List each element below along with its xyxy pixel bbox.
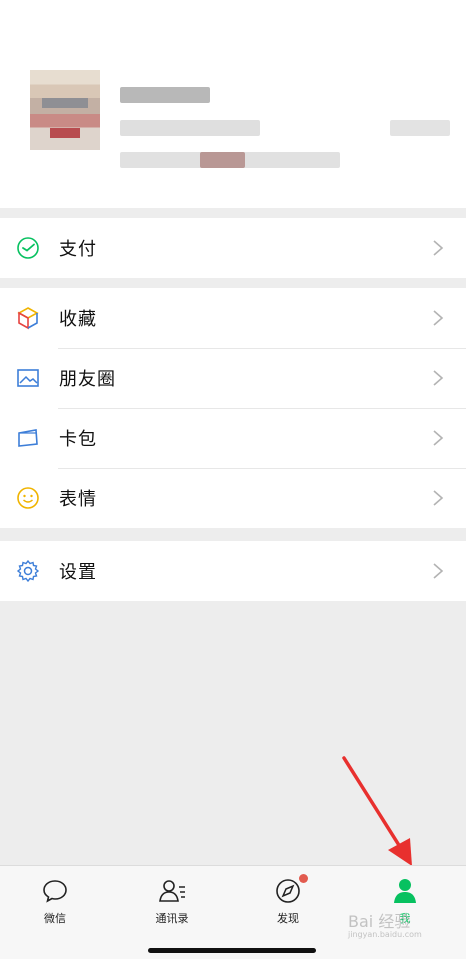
profile-header[interactable] bbox=[0, 0, 466, 208]
chevron-right-icon bbox=[433, 490, 444, 506]
card-wallet-icon bbox=[15, 425, 41, 451]
nickname-blurred bbox=[120, 87, 210, 103]
qr-code-blurred[interactable] bbox=[390, 120, 450, 136]
contacts-icon bbox=[132, 874, 212, 908]
gear-icon bbox=[15, 558, 41, 584]
chevron-right-icon bbox=[433, 430, 444, 446]
wechat-id-blurred bbox=[120, 120, 260, 136]
tab-chats[interactable]: 微信 bbox=[15, 874, 95, 926]
menu-item-label: 支付 bbox=[59, 239, 97, 260]
tab-label: 发现 bbox=[277, 912, 299, 925]
menu-group-main: 收藏 朋友圈 卡包 表情 bbox=[0, 288, 466, 528]
menu-item-favorites[interactable]: 收藏 bbox=[0, 288, 466, 348]
chevron-right-icon bbox=[433, 240, 444, 256]
landscape-photo-icon bbox=[15, 365, 41, 391]
chevron-right-icon bbox=[433, 310, 444, 326]
compass-icon bbox=[248, 874, 328, 908]
person-icon bbox=[365, 874, 445, 908]
menu-item-label: 朋友圈 bbox=[59, 369, 116, 390]
menu-item-label: 卡包 bbox=[59, 429, 97, 450]
menu-group-pay: 支付 bbox=[0, 218, 466, 278]
cube-icon bbox=[15, 305, 41, 331]
tab-contacts[interactable]: 通讯录 bbox=[132, 874, 212, 926]
smiley-icon bbox=[15, 485, 41, 511]
annotation-arrow bbox=[342, 756, 412, 866]
menu-item-settings[interactable]: 设置 bbox=[0, 541, 466, 601]
menu-item-label: 设置 bbox=[59, 562, 97, 583]
menu-group-settings: 设置 bbox=[0, 541, 466, 601]
menu-item-cards[interactable]: 卡包 bbox=[0, 408, 466, 468]
notification-badge bbox=[299, 874, 308, 883]
menu-item-label: 收藏 bbox=[59, 309, 97, 330]
avatar[interactable] bbox=[30, 70, 100, 150]
menu-item-pay[interactable]: 支付 bbox=[0, 218, 466, 278]
menu-item-label: 表情 bbox=[59, 489, 97, 510]
tab-label: 通讯录 bbox=[155, 912, 189, 925]
tab-label: 微信 bbox=[44, 912, 66, 925]
watermark: Bai 经验 jingyan.baidu.com bbox=[348, 908, 422, 939]
tab-discover[interactable]: 发现 bbox=[248, 874, 328, 926]
chevron-right-icon bbox=[433, 563, 444, 579]
home-indicator[interactable] bbox=[148, 948, 316, 953]
menu-item-moments[interactable]: 朋友圈 bbox=[0, 348, 466, 408]
chat-bubble-icon bbox=[15, 874, 95, 908]
watermark-text: Bai 经验 bbox=[348, 912, 411, 931]
menu-item-stickers[interactable]: 表情 bbox=[0, 468, 466, 528]
status-avatar-blurred bbox=[200, 152, 245, 168]
watermark-url: jingyan.baidu.com bbox=[348, 930, 422, 939]
chevron-right-icon bbox=[433, 370, 444, 386]
wallet-check-icon bbox=[15, 235, 41, 261]
